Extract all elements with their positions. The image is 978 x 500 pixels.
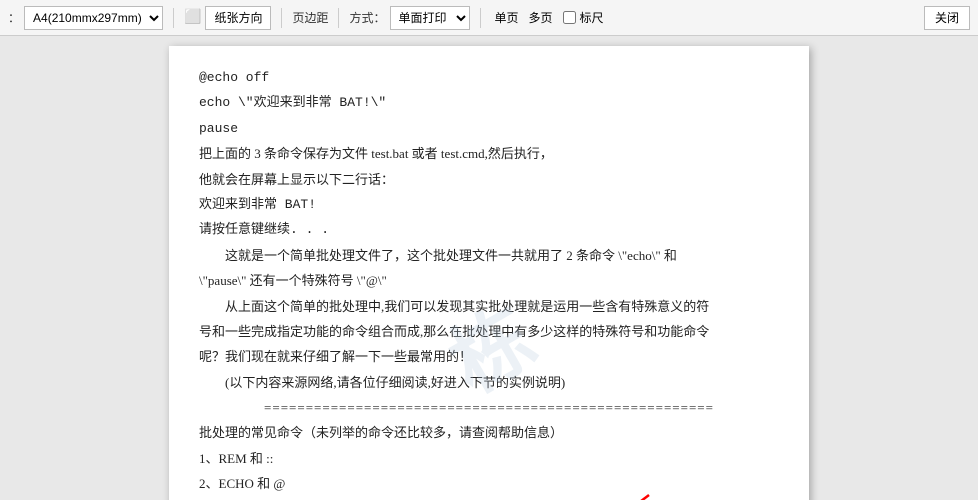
line-echo-welcome: echo \"欢迎来到非常 BAT!\" [199, 91, 779, 114]
print-method-group: 方式： 单面打印 [349, 6, 469, 30]
line-display-desc: 他就会在屏幕上显示以下二行话： [199, 168, 779, 191]
paper-size-group: ： A4(210mmx297mm) [8, 6, 163, 30]
line-desc-4: 号和一些完成指定功能的命令组合而成,那么在批处理中有多少这样的特殊符号和功能命令 [199, 320, 779, 343]
paper-size-prefix: ： [8, 9, 20, 26]
line-common-cmds: 批处理的常见命令（未列举的命令还比较多，请查阅帮助信息） [199, 421, 779, 444]
page-direction-group: ⬜ 纸张方向 [184, 6, 271, 30]
divider-4 [480, 8, 481, 28]
multi-page-label[interactable]: 多页 [525, 8, 557, 27]
method-label: 方式： [349, 9, 385, 26]
print-method-select[interactable]: 单面打印 [390, 6, 470, 30]
close-button[interactable]: 关闭 [924, 6, 970, 30]
line-cmd-1: 1、REM 和 :: [199, 447, 779, 470]
divider-2 [281, 8, 282, 28]
ruler-label: 标尺 [580, 9, 604, 26]
main-area: 栋 @echo off echo \"欢迎来到非常 BAT!\" pause 把… [0, 36, 978, 500]
line-echo-off: @echo off [199, 66, 779, 89]
line-source-note: (以下内容来源网络,请各位仔细阅读,好进入下节的实例说明) [199, 371, 779, 394]
separator: ========================================… [199, 396, 779, 419]
line-desc-2: \"pause\" 还有一个特殊符号 \"@\" [199, 269, 779, 292]
toolbar: ： A4(210mmx297mm) ⬜ 纸张方向 页边距 方式： 单面打印 单页… [0, 0, 978, 36]
line-continue-output: 请按任意键继续. . . [199, 218, 779, 241]
single-page-label[interactable]: 单页 [491, 8, 523, 27]
line-desc-1: 这就是一个简单批处理文件了，这个批处理文件一共就用了 2 条命令 \"echo\… [199, 244, 779, 267]
ruler-group: 标尺 [563, 9, 604, 26]
single-multi-group: 单页 多页 [491, 8, 557, 27]
line-pause: pause [199, 117, 779, 140]
line-welcome-output: 欢迎来到非常 BAT! [199, 193, 779, 216]
page-container: 栋 @echo off echo \"欢迎来到非常 BAT!\" pause 把… [169, 46, 809, 500]
divider-1 [173, 8, 174, 28]
line-save-desc: 把上面的 3 条命令保存为文件 test.bat 或者 test.cmd,然后执… [199, 142, 779, 165]
paper-size-select[interactable]: A4(210mmx297mm) [24, 6, 163, 30]
line-desc-5: 呢？我们现在就来仔细了解一下一些最常用的！ [199, 345, 779, 368]
line-desc-3: 从上面这个简单的批处理中,我们可以发现其实批处理就是运用一些含有特殊意义的符 [199, 295, 779, 318]
divider-3 [338, 8, 339, 28]
margins-group: 页边距 [292, 9, 328, 26]
page-direction-button[interactable]: 纸张方向 [205, 6, 271, 30]
page-content: @echo off echo \"欢迎来到非常 BAT!\" pause 把上面… [199, 66, 779, 500]
ruler-checkbox[interactable] [563, 11, 576, 24]
margins-label: 页边距 [292, 9, 328, 26]
page-preview: 栋 @echo off echo \"欢迎来到非常 BAT!\" pause 把… [0, 36, 978, 500]
page-direction-icon: ⬜ [184, 9, 201, 26]
line-cmd-2: 2、ECHO 和 @ [199, 472, 779, 495]
